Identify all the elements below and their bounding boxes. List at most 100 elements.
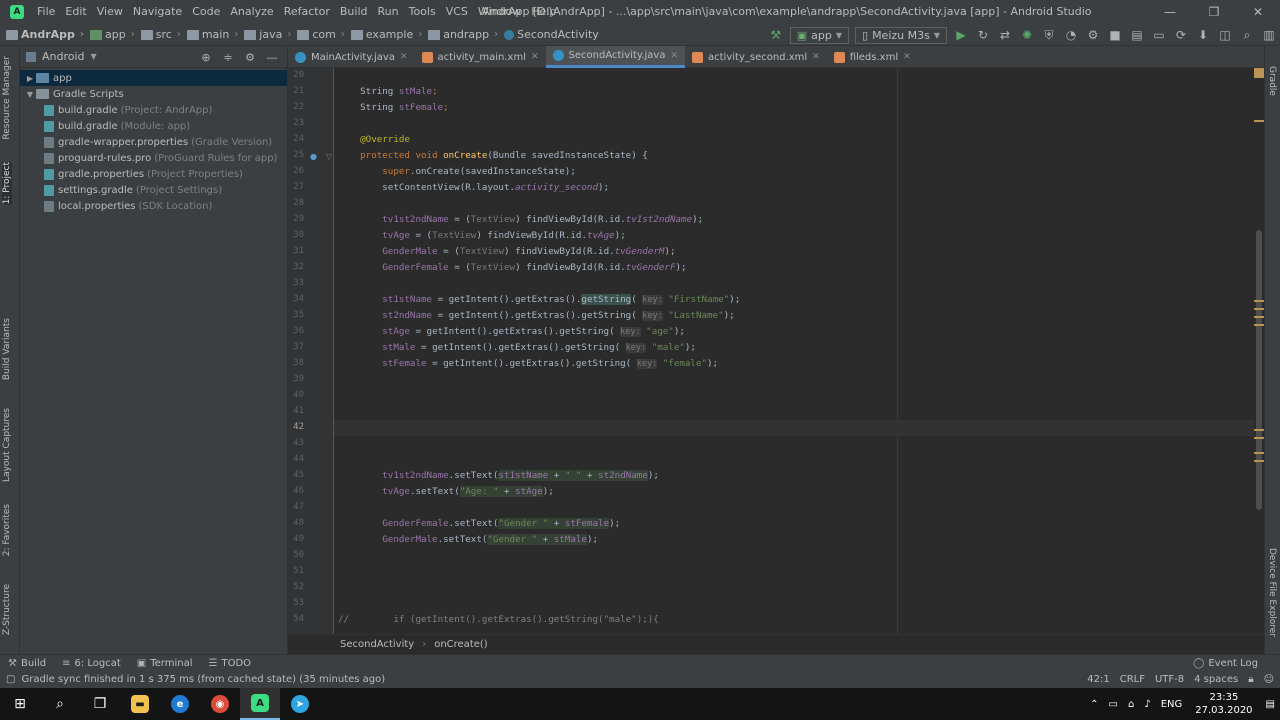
sdk-manager-icon[interactable]: ⬇ (1192, 24, 1214, 46)
lock-icon[interactable]: 🔒︎ (1248, 674, 1253, 685)
close-tab-icon[interactable]: ✕ (670, 51, 678, 61)
code-editor[interactable]: String stMale; String stFemale; @Overrid… (334, 68, 1254, 634)
code-line[interactable] (334, 596, 1254, 612)
warning-stripe[interactable] (1254, 120, 1264, 122)
tree-item[interactable]: build.gradle (Module: app) (20, 118, 287, 134)
file-encoding[interactable]: UTF-8 (1155, 674, 1184, 685)
line-separator[interactable]: CRLF (1120, 674, 1145, 685)
breadcrumb-item[interactable]: main › (181, 28, 238, 41)
caret-position[interactable]: 42:1 (1087, 674, 1109, 685)
file-explorer-icon[interactable]: ▬ (120, 688, 160, 720)
code-line[interactable]: // if (getIntent().getExtras().getString… (334, 612, 1254, 628)
gear-icon[interactable]: ⚙ (239, 46, 261, 68)
code-line[interactable]: st1stName = getIntent().getExtras().getS… (334, 292, 1254, 308)
collapsed-arrow-icon[interactable]: ▶ (24, 74, 36, 83)
code-line[interactable]: tvAge.setText("Age: " + stAge); (334, 484, 1254, 500)
breadcrumb-item[interactable]: com › (291, 28, 345, 41)
code-line[interactable] (334, 548, 1254, 564)
maximize-button[interactable]: ❐ (1192, 0, 1236, 24)
code-line[interactable]: tv1st2ndName = (TextView) findViewById(R… (334, 212, 1254, 228)
code-line[interactable]: GenderFemale = (TextView) findViewById(R… (334, 260, 1254, 276)
tool-window-build[interactable]: ⚒ Build (0, 658, 54, 669)
debug-icon[interactable]: ✺ (1016, 24, 1038, 46)
code-line[interactable]: String stFemale; (334, 100, 1254, 116)
tool-tab-build-variants[interactable]: Build Variants (2, 318, 12, 380)
code-line[interactable] (334, 372, 1254, 388)
make-project-hammer-icon[interactable]: ⚒ (765, 24, 787, 46)
code-line[interactable] (334, 452, 1254, 468)
volume-icon[interactable]: ♪ (1139, 699, 1155, 710)
tool-window-terminal[interactable]: ▣ Terminal (129, 658, 201, 669)
menu-item-file[interactable]: File (32, 0, 60, 24)
tool-tab-favorites[interactable]: 2: Favorites (2, 504, 12, 556)
code-line[interactable]: stMale = getIntent().getExtras().getStri… (334, 340, 1254, 356)
code-line[interactable]: GenderFemale.setText("Gender " + stFemal… (334, 516, 1254, 532)
editor-tab[interactable]: activity_second.xml ✕ (685, 46, 827, 68)
menu-item-vcs[interactable]: VCS (441, 0, 473, 24)
code-line[interactable]: GenderMale = (TextView) findViewById(R.i… (334, 244, 1254, 260)
close-window-button[interactable]: ✕ (1236, 0, 1280, 24)
warning-stripe[interactable] (1254, 452, 1264, 454)
tree-item[interactable]: gradle-wrapper.properties (Gradle Version… (20, 134, 287, 150)
code-line[interactable] (334, 436, 1254, 452)
warning-stripe[interactable] (1254, 429, 1264, 431)
search-icon[interactable]: ⌕ (1236, 24, 1258, 46)
warning-stripe[interactable] (1254, 324, 1264, 326)
tree-item[interactable]: settings.gradle (Project Settings) (20, 182, 287, 198)
code-line[interactable] (334, 404, 1254, 420)
code-line[interactable]: GenderMale.setText("Gender " + stMale); (334, 532, 1254, 548)
tool-window-logcat[interactable]: ≡ 6: Logcat (54, 658, 129, 669)
close-tab-icon[interactable]: ✕ (531, 52, 539, 62)
menu-item-edit[interactable]: Edit (60, 0, 91, 24)
stop-icon[interactable]: ■ (1104, 24, 1126, 46)
show-hidden-icons-icon[interactable]: ⌃ (1085, 699, 1103, 710)
warning-stripe[interactable] (1254, 437, 1264, 439)
code-line[interactable]: String stMale; (334, 84, 1254, 100)
apply-code-changes-icon[interactable]: ⇄ (994, 24, 1016, 46)
tool-tab-device-file-explorer[interactable]: Device File Explorer (1267, 548, 1277, 637)
tree-item[interactable]: ▼ Gradle Scripts (20, 86, 287, 102)
editor-tab[interactable]: MainActivity.java ✕ (288, 46, 415, 68)
code-line[interactable] (334, 276, 1254, 292)
menu-item-refactor[interactable]: Refactor (279, 0, 335, 24)
edge-browser-icon[interactable]: e (160, 688, 200, 720)
tree-item[interactable]: proguard-rules.pro (ProGuard Rules for ap… (20, 150, 287, 166)
code-breadcrumb-method[interactable]: onCreate() (434, 639, 488, 650)
search-icon[interactable]: ⌕ (40, 688, 80, 720)
run-icon[interactable]: ▶ (950, 24, 972, 46)
code-line[interactable] (334, 388, 1254, 404)
code-line[interactable]: @Override (334, 132, 1254, 148)
breadcrumb-item[interactable]: andrapp › (422, 28, 498, 41)
close-tab-icon[interactable]: ✕ (812, 52, 820, 62)
run-configuration-select[interactable]: ▣ app ▼ (789, 26, 849, 44)
code-line[interactable]: st2ndName = getIntent().getExtras().getS… (334, 308, 1254, 324)
code-line[interactable]: stFemale = getIntent().getExtras().getSt… (334, 356, 1254, 372)
code-line[interactable]: tv1st2ndName.setText(st1stName + " " + s… (334, 468, 1254, 484)
override-marker-icon[interactable]: ● (310, 152, 317, 161)
tree-item[interactable]: local.properties (SDK Location) (20, 198, 287, 214)
tool-window-event-log[interactable]: ◯ Event Log (1185, 658, 1266, 669)
project-view-select[interactable]: Android ▼ (26, 50, 97, 63)
menu-item-navigate[interactable]: Navigate (128, 0, 187, 24)
breadcrumb-item[interactable]: AndrApp › (0, 28, 84, 41)
menu-item-tools[interactable]: Tools (404, 0, 441, 24)
indent-setting[interactable]: 4 spaces (1194, 674, 1238, 685)
code-line[interactable]: super.onCreate(savedInstanceState); (334, 164, 1254, 180)
code-line[interactable] (334, 420, 1254, 436)
profile-icon[interactable]: ◔ (1060, 24, 1082, 46)
layout-inspector-icon[interactable]: ◫ (1214, 24, 1236, 46)
menu-item-code[interactable]: Code (187, 0, 225, 24)
apply-changes-icon[interactable]: ↻ (972, 24, 994, 46)
editor-tab[interactable]: activity_main.xml ✕ (415, 46, 546, 68)
notifications-icon[interactable]: ▤ (1261, 699, 1280, 710)
sync-gradle-icon[interactable]: ⟳ (1170, 24, 1192, 46)
scrollbar-thumb[interactable] (1256, 230, 1262, 510)
collapse-all-icon[interactable]: ≑ (217, 46, 239, 68)
language-indicator[interactable]: ENG (1156, 699, 1188, 710)
tool-tab-gradle[interactable]: Gradle (1267, 66, 1277, 96)
code-line[interactable] (334, 580, 1254, 596)
tool-tab-layout-captures[interactable]: Layout Captures (2, 408, 12, 482)
menu-item-run[interactable]: Run (373, 0, 404, 24)
code-line[interactable]: stAge = getIntent().getExtras().getStrin… (334, 324, 1254, 340)
editor-tab[interactable]: SecondActivity.java ✕ (545, 46, 685, 68)
